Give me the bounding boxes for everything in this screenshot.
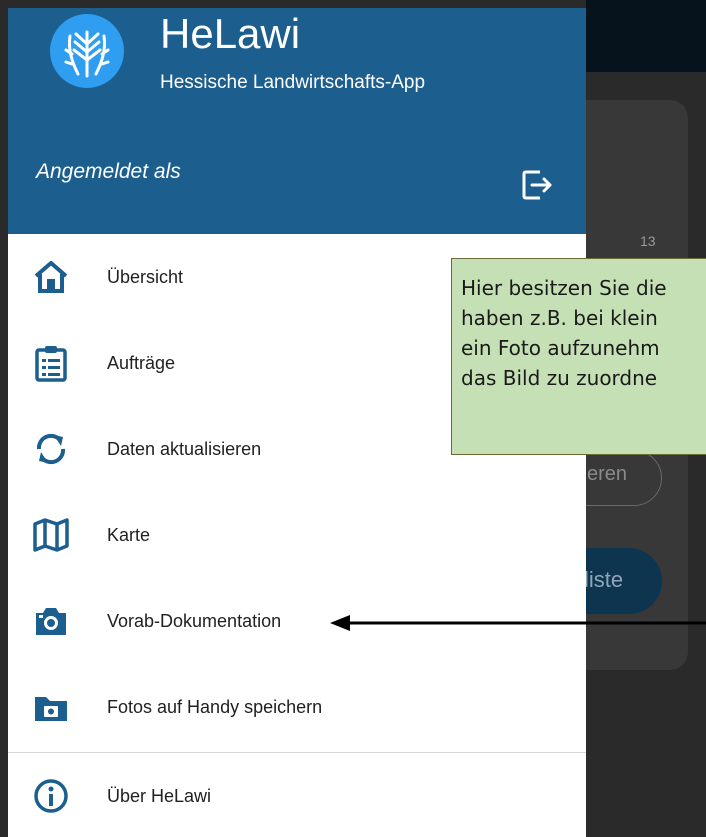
background-button-label: liste	[584, 567, 624, 592]
menu-item-label: Fotos auf Handy speichern	[107, 697, 323, 717]
drawer-header: HeLawi Hessische Landwirtschafts-App Ang…	[8, 8, 586, 234]
pointer-arrow	[330, 615, 706, 631]
menu-item-fotos-speichern[interactable]: Fotos auf Handy speichern	[8, 664, 586, 750]
menu-item-label: Daten aktualisieren	[107, 439, 262, 459]
wheat-logo-icon	[50, 14, 124, 88]
camera-icon	[32, 602, 70, 640]
map-icon	[32, 516, 70, 554]
background-pill-label: eren	[587, 463, 628, 485]
sync-icon	[32, 430, 70, 468]
background-counter: 13	[640, 233, 656, 249]
callout-text: Hier besitzen Sie die haben z.B. bei kle…	[461, 276, 667, 390]
camera-folder-icon	[32, 688, 70, 726]
clipboard-list-icon	[32, 344, 70, 382]
info-icon	[32, 777, 70, 815]
logged-in-label: Angemeldet als	[36, 160, 181, 183]
menu-item-label: Vorab-Dokumentation	[107, 611, 282, 631]
menu-item-label: Aufträge	[107, 353, 176, 373]
menu-item-label: Karte	[107, 525, 151, 545]
menu-item-label: Über HeLawi	[107, 786, 212, 806]
background-app-bar	[586, 0, 706, 72]
menu-item-ueber-helawi[interactable]: Über HeLawi	[8, 753, 586, 837]
home-icon	[32, 258, 70, 296]
menu-item-label: Übersicht	[107, 267, 184, 287]
app-title: HeLawi	[160, 10, 301, 57]
app-subtitle: Hessische Landwirtschafts-App	[160, 72, 426, 93]
logout-icon[interactable]	[520, 168, 554, 202]
menu-item-karte[interactable]: Karte	[8, 492, 586, 578]
tutorial-callout: Hier besitzen Sie die haben z.B. bei kle…	[451, 258, 706, 455]
